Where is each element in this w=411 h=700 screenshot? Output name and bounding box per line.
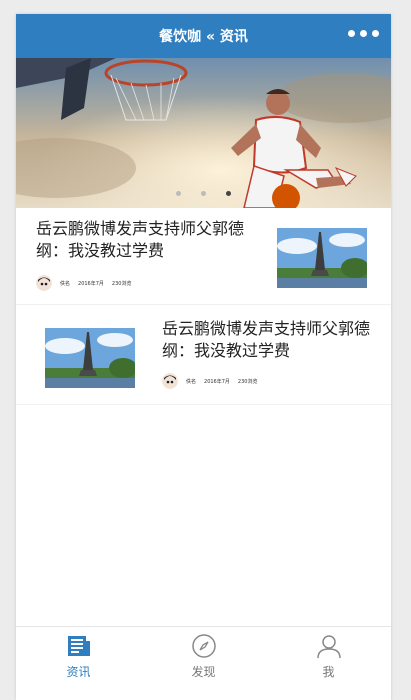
more-button[interactable] — [348, 30, 379, 40]
avatar — [36, 275, 52, 291]
eiffel-tower-image — [277, 228, 367, 288]
article-date: 2016年7月 — [204, 378, 230, 385]
page-title: 餐饮咖 « 资讯 — [159, 29, 248, 45]
banner-image — [16, 58, 391, 208]
carousel-dot[interactable] — [176, 191, 181, 196]
more-dot-icon — [360, 30, 367, 37]
more-dot-icon — [348, 30, 355, 37]
carousel-dot[interactable] — [201, 191, 206, 196]
article-meta: 佚名 2016年7月 230浏览 — [36, 273, 131, 293]
carousel-dot-active[interactable] — [226, 191, 231, 196]
more-dot-icon — [372, 30, 379, 37]
carousel-indicator — [176, 191, 231, 196]
article-item[interactable]: 岳云鹏微博发声支持师父郭德纲：我没教过学费 佚名 2016年7月 230浏览 — [16, 208, 391, 305]
tab-label: 资讯 — [66, 665, 91, 679]
avatar-icon — [162, 373, 178, 389]
tab-news[interactable]: 资讯 — [16, 627, 141, 700]
user-icon — [316, 635, 341, 659]
article-thumbnail — [45, 328, 135, 388]
article-views: 230浏览 — [111, 280, 132, 287]
tab-label: 发现 — [191, 665, 216, 679]
article-item[interactable]: 岳云鹏微博发声支持师父郭德纲：我没教过学费 佚名 2016年7月 230浏览 — [16, 304, 391, 405]
nav-bar: 餐饮咖 « 资讯 — [16, 14, 391, 58]
tab-me[interactable]: 我 — [266, 627, 391, 700]
news-icon — [67, 636, 90, 656]
tab-discover[interactable]: 发现 — [141, 627, 266, 700]
article-meta: 佚名 2016年7月 230浏览 — [162, 371, 257, 391]
article-date: 2016年7月 — [78, 280, 104, 287]
article-title: 岳云鹏微博发声支持师父郭德纲：我没教过学费 — [162, 319, 371, 360]
eiffel-tower-image — [45, 328, 135, 388]
avatar-icon — [36, 275, 52, 291]
article-views: 230浏览 — [237, 378, 258, 385]
tab-bar: 资讯 发现 我 — [16, 626, 391, 700]
compass-icon — [191, 634, 216, 658]
banner-carousel[interactable] — [16, 58, 391, 208]
article-title: 岳云鹏微博发声支持师父郭德纲：我没教过学费 — [36, 219, 245, 260]
avatar — [162, 373, 178, 389]
phone-screen: 餐饮咖 « 资讯 岳云鹏微博发声支持师父郭德纲：我没教过学费 佚名 2016年7… — [16, 14, 391, 700]
article-author: 佚名 — [60, 280, 71, 287]
article-author: 佚名 — [186, 378, 197, 385]
tab-label: 我 — [322, 665, 335, 679]
article-thumbnail — [277, 228, 367, 288]
